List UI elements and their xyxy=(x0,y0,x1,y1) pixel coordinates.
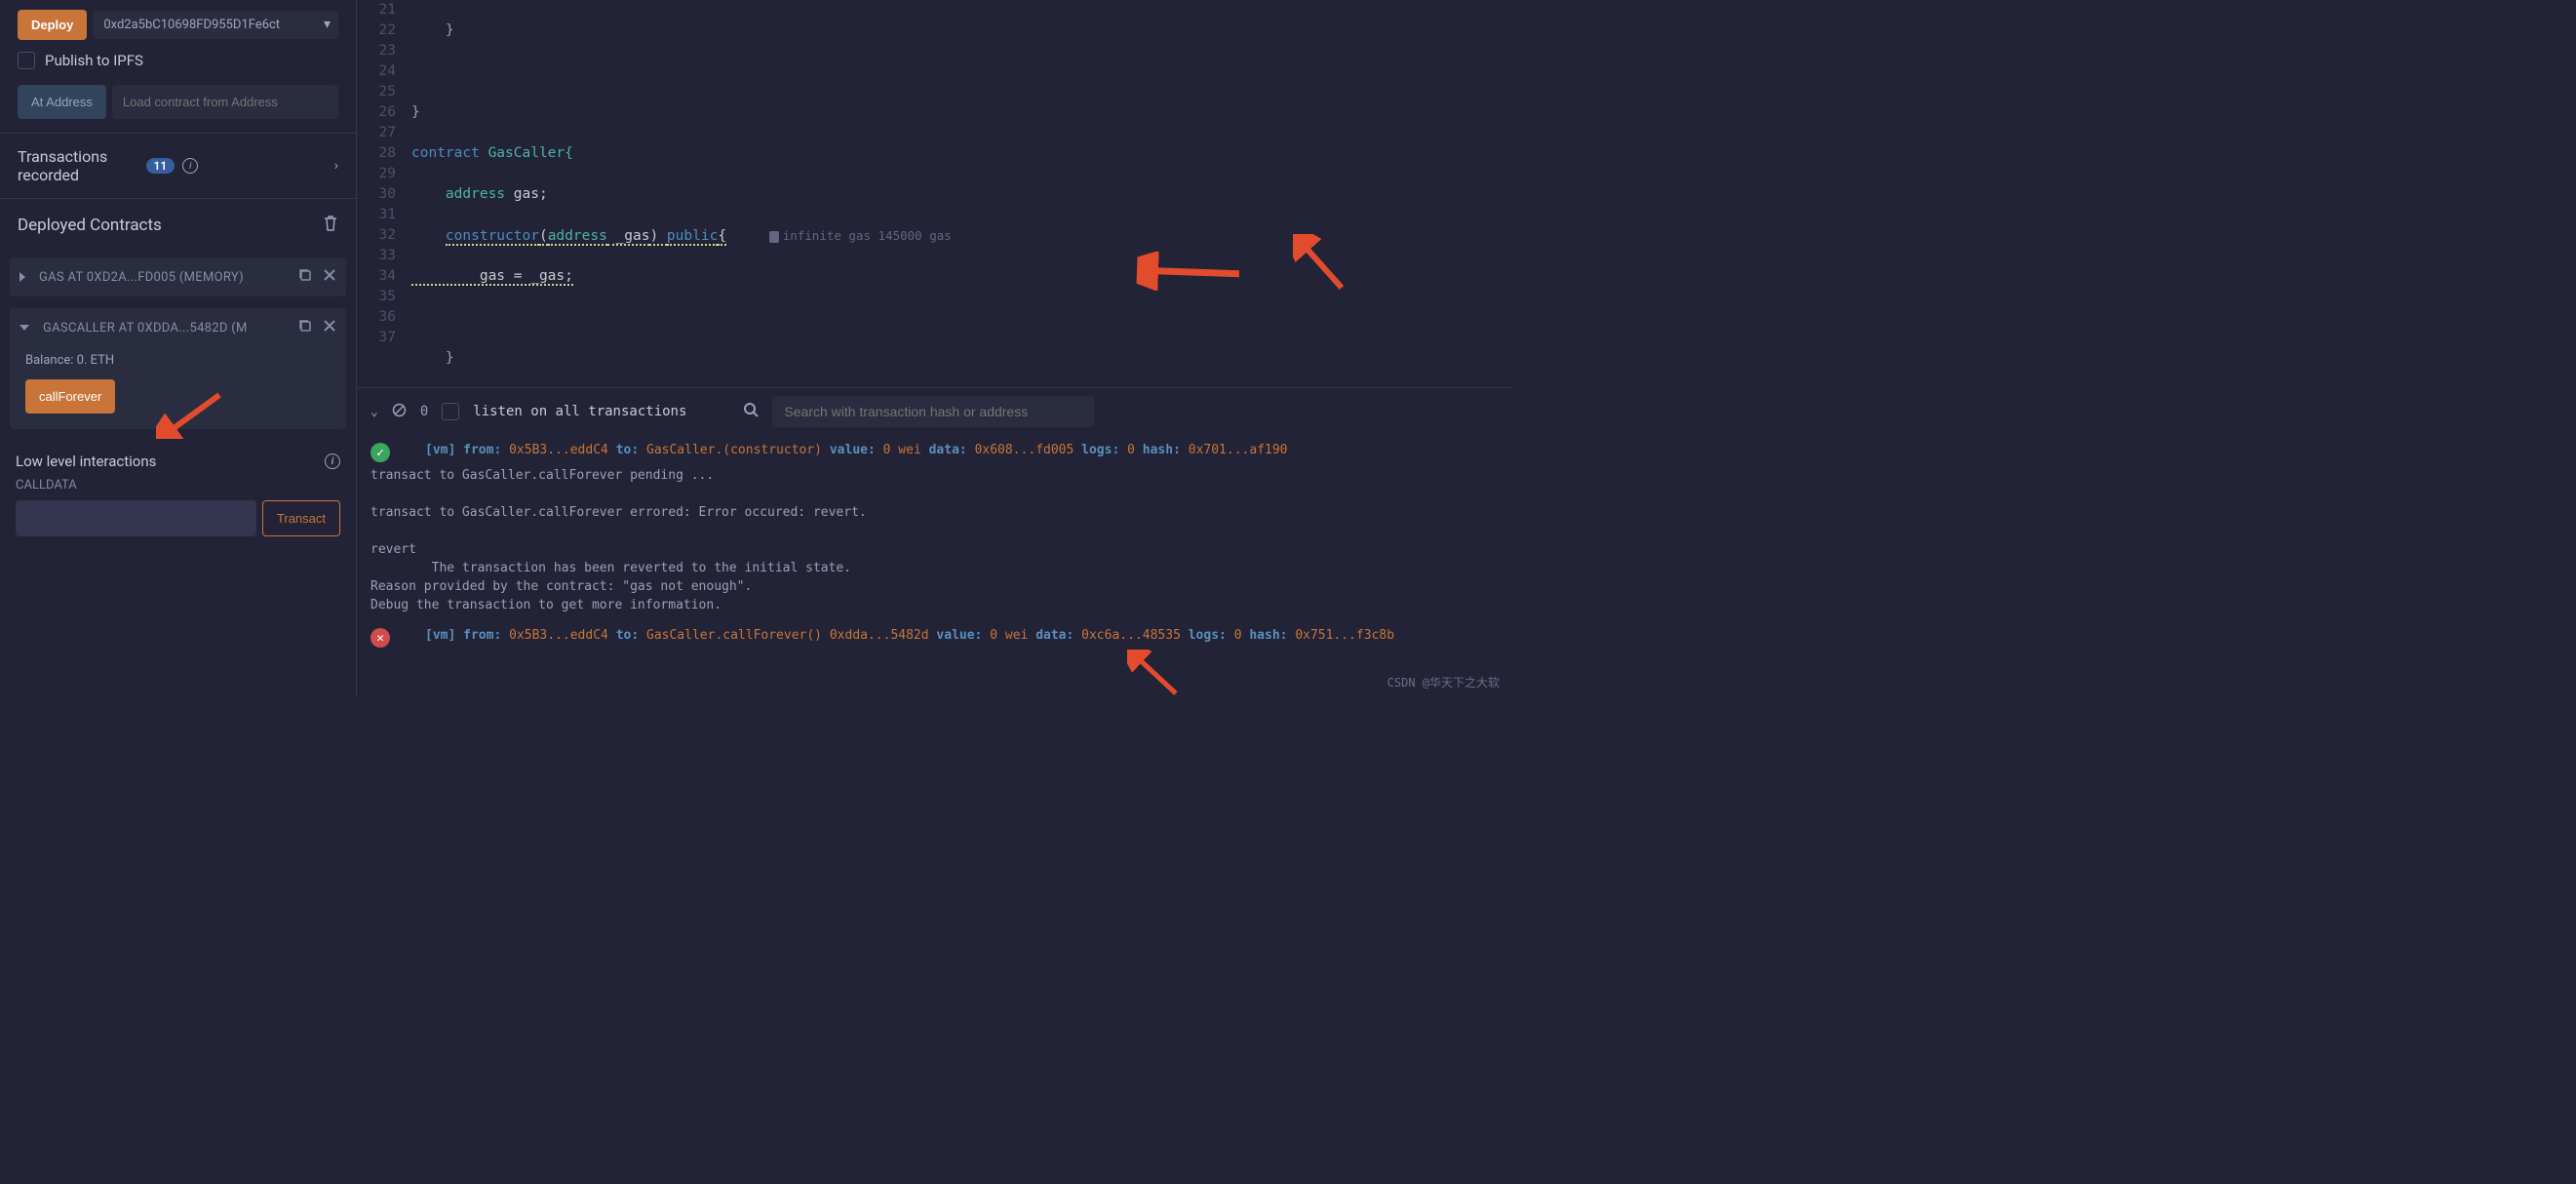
copy-icon[interactable] xyxy=(297,267,313,287)
collapse-icon[interactable]: ⌄ xyxy=(371,405,378,419)
contract-card: GASCALLER AT 0XDDA...5482D (M Balance: 0… xyxy=(10,308,346,429)
close-icon[interactable] xyxy=(323,319,336,336)
transactions-count-badge: 11 xyxy=(146,158,176,174)
ban-icon[interactable] xyxy=(392,403,407,421)
search-icon[interactable] xyxy=(743,402,759,421)
close-icon[interactable] xyxy=(323,268,336,286)
deployed-contracts-title: Deployed Contracts xyxy=(18,216,323,235)
annotation-arrow xyxy=(1127,650,1186,696)
pending-count: 0 xyxy=(420,404,428,419)
log-entry-error[interactable]: ✕ [vm] from: 0x5B3...eddC4 to: GasCaller… xyxy=(371,628,1500,648)
publish-ipfs-checkbox[interactable] xyxy=(18,52,35,69)
annotation-arrow xyxy=(1293,234,1351,293)
main-area: 2122232425262728293031323334353637 } } c… xyxy=(357,0,1513,696)
chevron-right-icon: › xyxy=(334,158,338,174)
calldata-input[interactable] xyxy=(16,500,256,536)
publish-ipfs-label: Publish to IPFS xyxy=(45,52,143,69)
contract-name[interactable]: GASCALLER AT 0XDDA...5482D (M xyxy=(43,321,288,335)
info-icon[interactable]: i xyxy=(182,158,198,174)
annotation-arrow xyxy=(1136,251,1244,294)
transact-button[interactable]: Transact xyxy=(262,500,340,536)
x-icon: ✕ xyxy=(371,628,390,648)
terminal-search-input[interactable] xyxy=(772,396,1094,427)
at-address-button[interactable]: At Address xyxy=(18,85,106,119)
copy-icon[interactable] xyxy=(297,318,313,337)
deploy-button[interactable]: Deploy xyxy=(18,10,87,40)
code-content: } } contract GasCaller{ address gas; con… xyxy=(406,0,973,387)
contract-name[interactable]: GAS AT 0XD2A...FD005 (MEMORY) xyxy=(39,270,288,285)
check-icon: ✓ xyxy=(371,443,390,462)
chevron-right-icon[interactable] xyxy=(20,272,25,282)
watermark: CSDN @华天下之大软 xyxy=(1387,674,1500,691)
calldata-label: CALLDATA xyxy=(0,474,356,496)
trash-icon[interactable] xyxy=(323,215,338,236)
account-select[interactable]: 0xd2a5bC10698FD955D1Fe6ct xyxy=(93,11,338,39)
line-gutter: 2122232425262728293031323334353637 xyxy=(357,0,406,387)
terminal-output[interactable]: ✓ [vm] from: 0x5B3...eddC4 to: GasCaller… xyxy=(357,435,1513,696)
gas-icon xyxy=(769,231,779,243)
callforever-button[interactable]: callForever xyxy=(25,379,115,414)
contract-card: GAS AT 0XD2A...FD005 (MEMORY) xyxy=(10,257,346,296)
transactions-recorded-row[interactable]: Transactions recorded 11 i › xyxy=(0,134,356,198)
at-address-input[interactable] xyxy=(112,85,338,119)
deploy-sidebar: Deploy 0xd2a5bC10698FD955D1Fe6ct ▾ Publi… xyxy=(0,0,357,696)
terminal-panel: ⌄ 0 listen on all transactions ✓ [vm] fr… xyxy=(357,387,1513,696)
gas-hint: infinite gas 145000 gas xyxy=(769,228,952,243)
chevron-down-icon[interactable] xyxy=(20,325,29,331)
balance-label: Balance: 0. ETH xyxy=(25,353,331,368)
listen-label: listen on all transactions xyxy=(473,404,686,419)
listen-checkbox[interactable] xyxy=(442,403,459,420)
log-text: transact to GasCaller.callForever pendin… xyxy=(371,466,1500,614)
info-icon[interactable]: i xyxy=(325,454,340,469)
transactions-title: Transactions recorded xyxy=(18,147,138,184)
code-editor[interactable]: 2122232425262728293031323334353637 } } c… xyxy=(357,0,1513,387)
log-entry-success[interactable]: ✓ [vm] from: 0x5B3...eddC4 to: GasCaller… xyxy=(371,443,1500,462)
low-level-interactions-title: Low level interactions xyxy=(16,453,325,470)
